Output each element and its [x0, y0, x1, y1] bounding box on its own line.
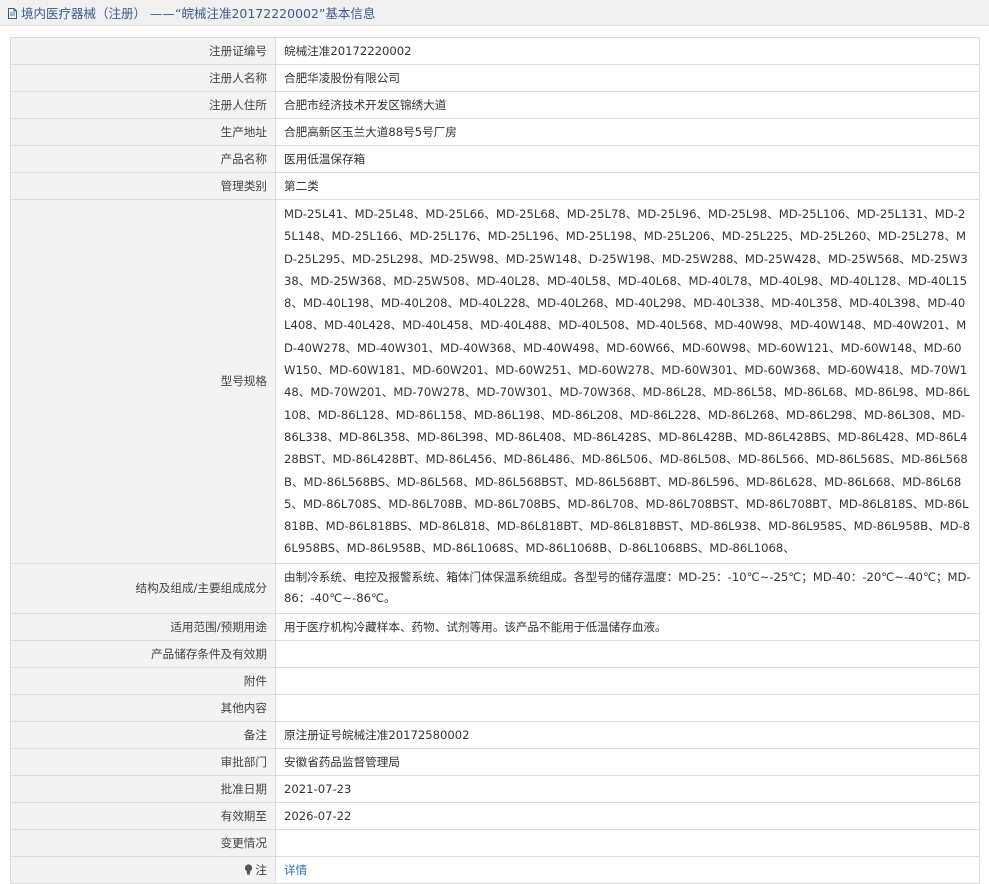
label-changes: 变更情况	[10, 828, 276, 857]
row-valid-until: 有效期至 2026-07-22	[10, 801, 980, 830]
label-management-class: 管理类别	[10, 172, 276, 200]
document-icon	[8, 8, 17, 19]
row-registrant-address: 注册人住所 合肥市经济技术开发区锦绣大道	[10, 91, 980, 119]
label-registrant-name: 注册人名称	[10, 64, 276, 92]
value-reg-no: 皖械注准20172220002	[275, 37, 980, 65]
value-storage	[275, 639, 980, 668]
row-reg-no: 注册证编号 皖械注准20172220002	[10, 37, 980, 65]
row-other: 其他内容	[10, 693, 980, 722]
page-title: 境内医疗器械（注册） ——“皖械注准20172220002”基本信息	[21, 6, 376, 21]
row-storage: 产品储存条件及有效期	[10, 639, 980, 668]
value-other	[275, 693, 980, 722]
value-valid-until: 2026-07-22	[275, 801, 980, 830]
label-model-spec: 型号规格	[10, 199, 276, 564]
value-management-class: 第二类	[275, 172, 980, 200]
value-approval-dept: 安徽省药品监督管理局	[275, 747, 980, 776]
value-changes	[275, 828, 980, 857]
row-product-name: 产品名称 医用低温保存箱	[10, 145, 980, 173]
value-note: 详情	[275, 855, 980, 884]
page-header: 境内医疗器械（注册） ——“皖械注准20172220002”基本信息	[0, 0, 989, 26]
label-product-name: 产品名称	[10, 145, 276, 173]
row-changes: 变更情况	[10, 828, 980, 857]
detail-table: 注册证编号 皖械注准20172220002 注册人名称 合肥华凌股份有限公司 注…	[10, 37, 980, 884]
value-approval-date: 2021-07-23	[275, 774, 980, 803]
row-registrant-name: 注册人名称 合肥华凌股份有限公司	[10, 64, 980, 92]
row-approval-date: 批准日期 2021-07-23	[10, 774, 980, 803]
value-structure: 由制冷系统、电控及报警系统、箱体门体保温系统组成。各型号的储存温度：MD-25：…	[275, 562, 980, 614]
label-reg-no: 注册证编号	[10, 37, 276, 65]
label-intended-use: 适用范围/预期用途	[10, 612, 276, 641]
value-registrant-name: 合肥华凌股份有限公司	[275, 64, 980, 92]
value-production-address: 合肥高新区玉兰大道88号5号厂房	[275, 118, 980, 146]
value-registrant-address: 合肥市经济技术开发区锦绣大道	[275, 91, 980, 119]
value-intended-use: 用于医疗机构冷藏样本、药物、试剂等用。该产品不能用于低温储存血液。	[275, 612, 980, 641]
row-production-address: 生产地址 合肥高新区玉兰大道88号5号厂房	[10, 118, 980, 146]
label-attachment: 附件	[10, 666, 276, 695]
row-approval-dept: 审批部门 安徽省药品监督管理局	[10, 747, 980, 776]
label-production-address: 生产地址	[10, 118, 276, 146]
row-management-class: 管理类别 第二类	[10, 172, 980, 200]
value-product-name: 医用低温保存箱	[275, 145, 980, 173]
lightbulb-icon	[245, 864, 253, 875]
value-model-spec: MD-25L41、MD-25L48、MD-25L66、MD-25L68、MD-2…	[275, 199, 980, 564]
label-note: 注	[10, 855, 276, 884]
row-structure: 结构及组成/主要组成成分 由制冷系统、电控及报警系统、箱体门体保温系统组成。各型…	[10, 562, 980, 614]
row-intended-use: 适用范围/预期用途 用于医疗机构冷藏样本、药物、试剂等用。该产品不能用于低温储存…	[10, 612, 980, 641]
label-approval-dept: 审批部门	[10, 747, 276, 776]
value-attachment	[275, 666, 980, 695]
row-model-spec: 型号规格 MD-25L41、MD-25L48、MD-25L66、MD-25L68…	[10, 199, 980, 564]
row-remarks: 备注 原注册证号皖械注准20172580002	[10, 720, 980, 749]
row-attachment: 附件	[10, 666, 980, 695]
row-note: 注 详情	[10, 855, 980, 884]
label-structure: 结构及组成/主要组成成分	[10, 562, 276, 614]
label-remarks: 备注	[10, 720, 276, 749]
value-remarks: 原注册证号皖械注准20172580002	[275, 720, 980, 749]
label-registrant-address: 注册人住所	[10, 91, 276, 119]
label-approval-date: 批准日期	[10, 774, 276, 803]
label-storage: 产品储存条件及有效期	[10, 639, 276, 668]
label-other: 其他内容	[10, 693, 276, 722]
label-valid-until: 有效期至	[10, 801, 276, 830]
